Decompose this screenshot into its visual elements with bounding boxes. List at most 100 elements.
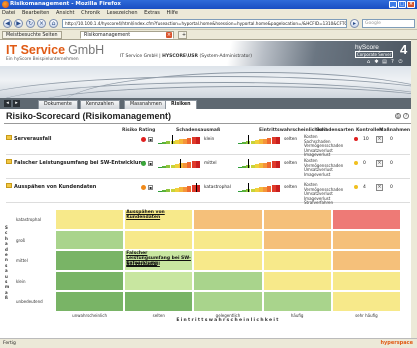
menu-lesezeichen[interactable]: Lesezeichen — [107, 10, 138, 16]
help-icon[interactable]: ? — [390, 60, 395, 65]
matrix-cell[interactable] — [262, 229, 332, 251]
matrix-risk-link[interactable]: Ausspähen von Kundendaten — [126, 210, 191, 220]
menu-ansicht[interactable]: Ansicht — [56, 10, 74, 16]
url-input[interactable]: http://10.100.1.4/hyscore4/html/index.cf… — [62, 19, 347, 28]
risk-row[interactable]: Falscher Leistungsumfang bei SW-Entwickl… — [6, 158, 410, 179]
y-axis-letter: s — [5, 279, 8, 284]
home-icon[interactable]: ⌂ — [49, 19, 58, 28]
menu-extras[interactable]: Extras — [144, 10, 160, 16]
measures-icon[interactable]: × — [376, 136, 383, 143]
controls-count: 10 — [363, 137, 369, 142]
menu-bearbeiten[interactable]: Bearbeiten — [22, 10, 49, 16]
app-header: IT Service GmbH Ein hyScore Beispielunter… — [0, 41, 417, 66]
gauge-bar — [195, 160, 200, 168]
product-version: 4 — [400, 42, 408, 57]
new-tab-button[interactable]: + — [178, 31, 187, 39]
probability-gauge — [238, 183, 280, 192]
matrix-cell[interactable] — [55, 270, 125, 292]
page-help-icon[interactable]: ? — [403, 113, 409, 119]
matrix-cell[interactable] — [193, 209, 263, 230]
matrix-x-axis-title: Eintrittswahrscheinlichkeit — [176, 318, 280, 323]
risk-row[interactable]: Ausspähen von Kundendaten ▪ katastrophal se… — [6, 182, 410, 206]
matrix-cell[interactable] — [262, 270, 332, 292]
measures-icon[interactable]: × — [376, 184, 383, 191]
matrix-cell[interactable] — [331, 229, 401, 251]
y-axis-letter: a — [5, 241, 8, 247]
company-logo: IT Service GmbH — [6, 43, 105, 57]
matrix-cell[interactable] — [193, 270, 263, 292]
controls-count: 0 — [363, 161, 366, 166]
matrix-cell[interactable] — [55, 209, 125, 230]
matrix-risk-link[interactable]: Serverausfall — [126, 262, 191, 267]
matrix-cell[interactable] — [262, 291, 332, 312]
rating-detail-icon[interactable]: ▪ — [148, 161, 153, 166]
close-tab-icon[interactable]: × — [166, 32, 172, 38]
risk-name[interactable]: Serverausfall — [14, 136, 51, 142]
damage-kind: Strafverfahren — [304, 200, 334, 206]
matrix-cell[interactable] — [124, 270, 194, 292]
controls-count: 4 — [363, 185, 366, 190]
search-input[interactable]: Google — [362, 19, 415, 28]
reload-icon[interactable]: ↻ — [26, 19, 35, 28]
matrix-col-label: sehr häufig — [355, 313, 378, 318]
tab-massnahmen[interactable]: Massnahmen — [124, 100, 168, 109]
probability-value: selten — [284, 161, 298, 166]
header-measures: Maßnahmen — [379, 128, 411, 133]
matrix-cell[interactable] — [262, 209, 332, 230]
page-title: Risiko-Scorecard (Risikomanagement) — [6, 111, 172, 121]
matrix-cell[interactable] — [55, 250, 125, 271]
menu-hilfe[interactable]: Hilfe — [167, 10, 178, 16]
damage-value: mittel — [204, 161, 217, 166]
matrix-cell[interactable] — [331, 291, 401, 312]
forward-icon[interactable]: ▶ — [14, 19, 23, 28]
folder-icon — [6, 159, 12, 164]
print-icon[interactable]: ▤ — [382, 60, 387, 65]
tab-risiken[interactable]: Risiken — [165, 100, 197, 109]
go-icon[interactable]: ▸ — [350, 19, 359, 28]
gauge-bar — [195, 136, 200, 144]
header-risk-rating: Risiko Rating — [122, 128, 156, 133]
risk-name[interactable]: Ausspähen von Kundendaten — [14, 184, 96, 190]
matrix-cell[interactable] — [331, 209, 401, 230]
home-nav-icon[interactable]: ⌂ — [366, 60, 371, 65]
matrix-cell[interactable] — [55, 229, 125, 251]
logout-icon[interactable]: ⏻ — [398, 60, 403, 65]
print-page-icon[interactable]: ⎙ — [395, 113, 401, 119]
tab-dokumente[interactable]: Dokumente — [38, 100, 78, 109]
measures-icon[interactable]: × — [376, 160, 383, 167]
matrix-cell[interactable] — [331, 270, 401, 292]
browser-tab-active[interactable]: Risikomanagement — [80, 31, 174, 39]
measures-count: 0 — [390, 137, 393, 142]
menu-datei[interactable]: Datei — [2, 10, 15, 16]
risk-row[interactable]: Serverausfall ▪ klein selten Kosten Sachschad… — [6, 134, 410, 157]
back-icon[interactable]: ◀ — [3, 19, 12, 28]
minimize-button[interactable]: _ — [389, 1, 397, 8]
matrix-cell[interactable] — [124, 229, 194, 251]
y-axis-letter: d — [5, 246, 8, 252]
bookmark-most-visited[interactable]: Meistbesuchte Seiten — [2, 31, 62, 39]
matrix-cell[interactable] — [55, 291, 125, 312]
matrix-cell[interactable] — [193, 229, 263, 251]
menu-chronik[interactable]: Chronik — [81, 10, 100, 16]
scrollbar[interactable] — [411, 40, 417, 338]
damage-value: katastrophal — [204, 185, 231, 190]
damage-kinds-list: Kosten Vermögensschaden Umsatzverlust Image… — [304, 182, 343, 206]
matrix-cell[interactable] — [262, 250, 332, 271]
app-tab-row: ◂ ▸ Dokumente Kennzahlen Massnahmen Risi… — [0, 98, 417, 109]
close-window-button[interactable]: × — [407, 1, 415, 8]
matrix-row-label: groß — [16, 237, 26, 243]
expand-icon[interactable]: ▸ — [13, 100, 20, 107]
matrix-cell[interactable] — [331, 250, 401, 271]
maximize-button[interactable]: □ — [398, 1, 406, 8]
status-bar: Fertig hyperspace — [0, 338, 417, 348]
rating-detail-icon[interactable]: ▪ — [148, 185, 153, 190]
tab-kennzahlen[interactable]: Kennzahlen — [80, 100, 120, 109]
risk-name[interactable]: Falscher Leistungsumfang bei SW-Entwickl… — [14, 160, 146, 166]
rating-detail-icon[interactable]: ▪ — [148, 137, 153, 142]
matrix-cell[interactable] — [193, 250, 263, 271]
stop-icon[interactable]: × — [37, 19, 46, 28]
matrix-cell[interactable] — [193, 291, 263, 312]
settings-icon[interactable]: ✱ — [374, 60, 379, 65]
matrix-cell[interactable] — [124, 291, 194, 312]
collapse-icon[interactable]: ◂ — [4, 100, 11, 107]
